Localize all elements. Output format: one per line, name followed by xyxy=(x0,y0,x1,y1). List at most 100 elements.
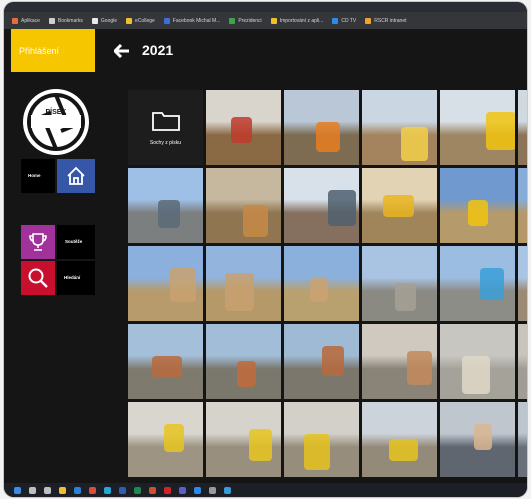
photo-thumbnail[interactable] xyxy=(284,324,359,399)
facebook-icon xyxy=(163,17,170,24)
bookmark-item[interactable]: Facebook Michal M... xyxy=(163,17,220,24)
bookmark-label: CD TV xyxy=(341,17,357,24)
chrome-icon[interactable] xyxy=(89,486,96,494)
acrobat-icon[interactable] xyxy=(164,486,171,494)
photo-thumbnail[interactable] xyxy=(206,402,281,477)
apps-icon xyxy=(12,17,18,24)
photo-thumbnail[interactable] xyxy=(518,402,527,477)
pisek-logo[interactable] xyxy=(21,87,91,157)
search-icon[interactable] xyxy=(29,486,36,494)
photo-thumbnail[interactable] xyxy=(362,324,437,399)
photo-thumbnail[interactable] xyxy=(440,324,515,399)
photos-icon[interactable] xyxy=(224,486,231,494)
word-icon[interactable] xyxy=(119,486,126,494)
photo-thumbnail[interactable] xyxy=(284,246,359,321)
google-icon xyxy=(91,17,98,24)
album-folder-label: Sochy z písku xyxy=(149,139,182,146)
photo-thumbnail[interactable] xyxy=(518,246,527,321)
bookmark-item[interactable]: Importování z apli... xyxy=(270,17,324,24)
photo-image xyxy=(284,246,359,321)
bookmark-item[interactable]: CD TV xyxy=(332,17,357,24)
nav-home-label-tile[interactable]: Home xyxy=(21,159,55,193)
edge-icon[interactable] xyxy=(104,486,111,494)
photo-thumbnail[interactable] xyxy=(128,324,203,399)
photo-thumbnail[interactable] xyxy=(518,324,527,399)
settings-icon[interactable] xyxy=(209,486,216,494)
photo-thumbnail[interactable] xyxy=(362,168,437,243)
bookmark-item[interactable]: eCollege xyxy=(126,17,155,24)
explorer-icon[interactable] xyxy=(59,486,66,494)
photo-image xyxy=(362,90,437,165)
album-folder[interactable]: Sochy z písku xyxy=(128,90,203,165)
bookmark-item[interactable]: Aplikace xyxy=(12,17,40,24)
nav-home-label: Home xyxy=(28,173,41,178)
nav-hledani-label: Hledání xyxy=(64,275,81,280)
bookmark-item[interactable]: Google xyxy=(91,17,118,24)
excel-icon[interactable] xyxy=(134,486,141,494)
photo-thumbnail[interactable] xyxy=(362,90,437,165)
bookmark-item[interactable]: Bookmarks xyxy=(48,17,83,24)
photo-thumbnail[interactable] xyxy=(128,402,203,477)
photo-thumbnail[interactable] xyxy=(206,324,281,399)
nav-hledani-label-tile[interactable]: Hledání xyxy=(57,261,95,295)
photo-subject xyxy=(231,117,252,143)
photo-thumbnail[interactable] xyxy=(128,246,203,321)
photo-thumbnail[interactable] xyxy=(362,402,437,477)
bookmark-label: Aplikace xyxy=(21,17,40,24)
photo-image xyxy=(128,324,203,399)
photo-subject xyxy=(474,424,492,450)
windows-icon[interactable] xyxy=(14,486,21,494)
photo-thumbnail[interactable] xyxy=(440,402,515,477)
photo-subject xyxy=(304,434,330,470)
photo-image xyxy=(206,246,281,321)
gallery-page: Přihlášení 2021 PÍSEK Home Soutěže Hledá… xyxy=(4,29,527,483)
photo-image xyxy=(206,90,281,165)
bookmark-label: eCollege xyxy=(135,17,155,24)
powerpoint-icon[interactable] xyxy=(149,486,156,494)
photo-thumbnail[interactable] xyxy=(440,90,515,165)
nav-soutez-label-tile[interactable]: Soutěže xyxy=(57,225,95,259)
photo-thumbnail[interactable] xyxy=(284,402,359,477)
photo-thumbnail[interactable] xyxy=(518,168,527,243)
photo-image xyxy=(206,402,281,477)
photo-thumbnail[interactable] xyxy=(206,90,281,165)
bookmark-label: Importování z apli... xyxy=(279,17,324,24)
photo-image xyxy=(206,168,281,243)
store-icon[interactable] xyxy=(194,486,201,494)
photo-thumbnail[interactable] xyxy=(440,168,515,243)
bookmark-item[interactable]: Prezidenci xyxy=(229,17,262,24)
nav-home-button[interactable] xyxy=(57,159,95,193)
folder-icon xyxy=(151,111,180,131)
bookmark-label: Google xyxy=(100,17,118,24)
mail-icon[interactable] xyxy=(74,486,81,494)
photo-subject xyxy=(158,200,180,228)
photo-subject xyxy=(225,273,254,311)
login-label: Přihlášení xyxy=(19,45,60,56)
photo-thumbnail[interactable] xyxy=(284,168,359,243)
nav-soutez-button[interactable] xyxy=(21,225,55,259)
photo-image xyxy=(518,324,527,399)
photo-thumbnail[interactable] xyxy=(206,246,281,321)
photo-thumbnail[interactable] xyxy=(206,168,281,243)
photo-thumbnail[interactable] xyxy=(440,246,515,321)
photo-thumbnail[interactable] xyxy=(284,90,359,165)
bookmark-item[interactable]: RSCR intranet xyxy=(365,17,406,24)
login-button[interactable]: Přihlášení xyxy=(11,29,95,72)
nav-hledani-button[interactable] xyxy=(21,261,55,295)
back-arrow-icon[interactable] xyxy=(114,44,130,58)
photo-thumbnail[interactable] xyxy=(518,90,527,165)
photo-image xyxy=(440,90,515,165)
photo-image xyxy=(284,90,359,165)
photo-image xyxy=(284,168,359,243)
photo-subject xyxy=(170,268,196,302)
browser-chrome-top xyxy=(4,2,527,12)
teams-icon[interactable] xyxy=(179,486,186,494)
photo-subject xyxy=(310,278,328,302)
windows-taskbar xyxy=(4,483,527,497)
bookmark-icon xyxy=(48,17,55,24)
photo-thumbnail[interactable] xyxy=(362,246,437,321)
cloud-icon xyxy=(332,17,339,24)
task-view-icon[interactable] xyxy=(44,486,51,494)
photo-thumbnail[interactable] xyxy=(128,168,203,243)
browser-window: Aplikace Bookmarks Google eCollege Facebook … xyxy=(4,2,527,497)
